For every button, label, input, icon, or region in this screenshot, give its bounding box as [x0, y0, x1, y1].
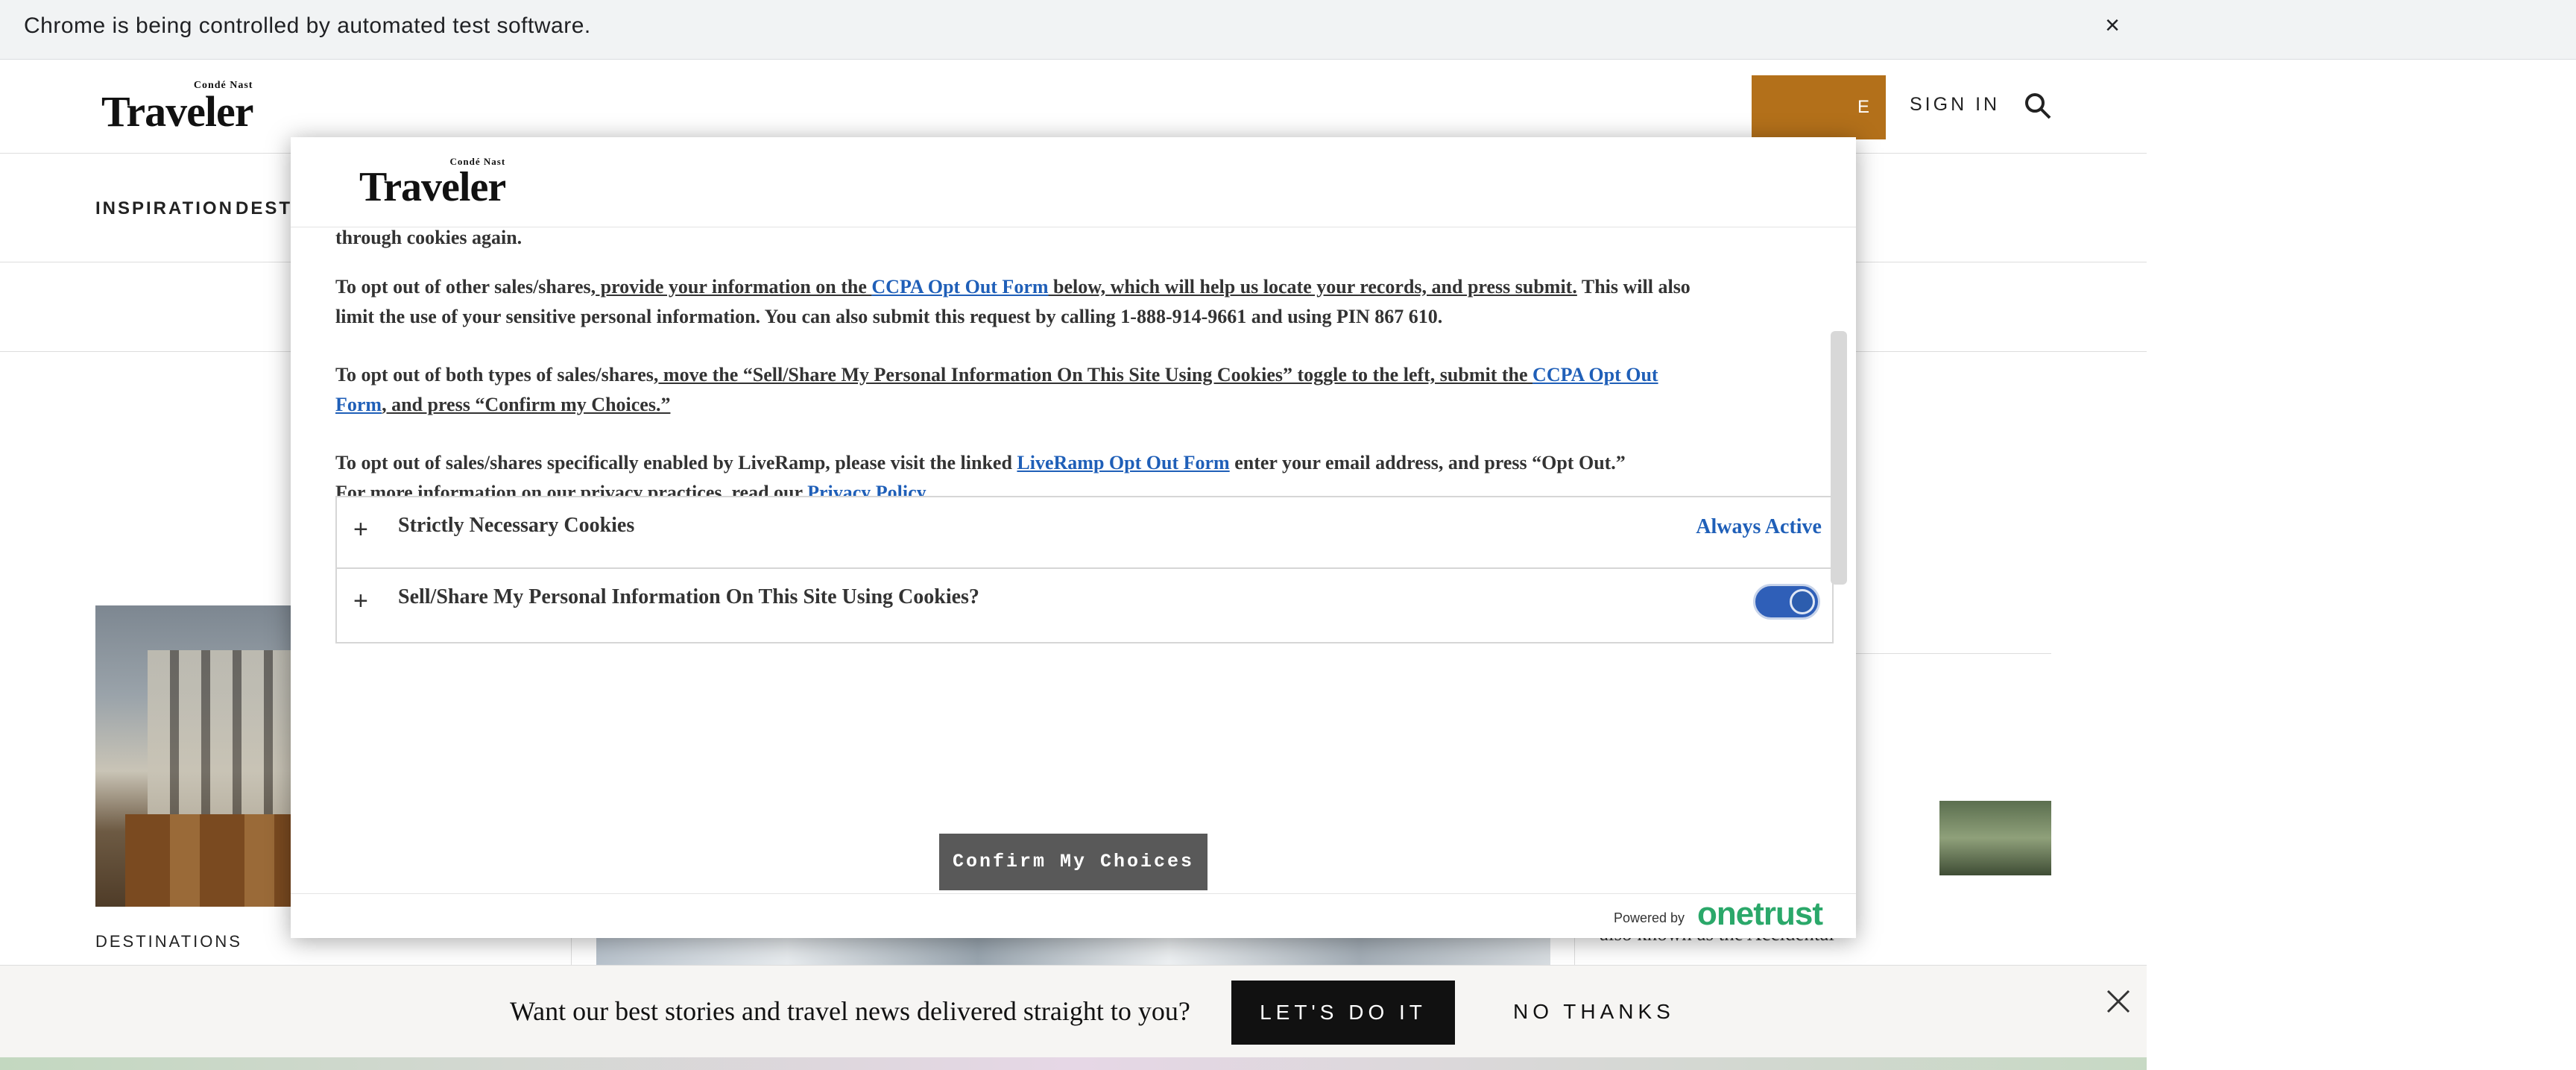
modal-logo: Condé Nast Traveler	[359, 156, 506, 210]
category-sell-share[interactable]: + Sell/Share My Personal Information On …	[335, 567, 1834, 643]
category-strictly-necessary[interactable]: + Strictly Necessary Cookies Always Acti…	[335, 496, 1834, 569]
newsletter-decline-button[interactable]: NO THANKS	[1513, 1000, 1675, 1024]
modal-scrollbar[interactable]	[1831, 331, 1847, 585]
confirm-choices-button[interactable]: Confirm My Choices	[939, 834, 1208, 890]
page-viewport: Condé Nast Traveler E SIGN IN INSPIRATIO…	[0, 60, 2147, 1070]
toggle-knob	[1790, 589, 1815, 614]
bottom-image-strip	[0, 1057, 2147, 1070]
newsletter-accept-button[interactable]: LET'S DO IT	[1231, 981, 1455, 1045]
automation-infobar: Chrome is being controlled by automated …	[0, 0, 2576, 60]
expand-icon[interactable]: +	[353, 515, 368, 544]
consent-scroll-area[interactable]: through cookies again. To opt out of oth…	[291, 227, 1856, 884]
always-active-status: Always Active	[1696, 515, 1822, 538]
cut-off-text: through cookies again.	[335, 227, 523, 248]
category-label: Sell/Share My Personal Information On Th…	[398, 585, 979, 608]
opt-out-both-paragraph: To opt out of both types of sales/shares…	[335, 364, 1658, 385]
opt-out-both-paragraph-line2: Form, and press “Confirm my Choices.”	[335, 394, 671, 415]
automation-notice: Chrome is being controlled by automated …	[24, 13, 591, 38]
window-blank-area	[2147, 60, 2576, 1070]
close-infobar-icon[interactable]: ×	[2096, 9, 2129, 42]
category-label: Strictly Necessary Cookies	[398, 514, 635, 537]
expand-icon[interactable]: +	[353, 587, 368, 616]
ccpa-opt-out-link-2[interactable]: CCPA Opt Out	[1532, 364, 1658, 385]
newsletter-bar: Want our best stories and travel news de…	[0, 965, 2147, 1070]
liveramp-opt-out-link[interactable]: LiveRamp Opt Out Form	[1017, 452, 1229, 473]
newsletter-prompt: Want our best stories and travel news de…	[510, 996, 1190, 1026]
opt-out-other-paragraph-line2: limit the use of your sensitive personal…	[335, 306, 1443, 327]
consent-modal: Condé Nast Traveler through cookies agai…	[291, 137, 1856, 938]
sell-share-toggle[interactable]	[1753, 584, 1820, 620]
onetrust-logo: onetrust	[1697, 896, 1823, 932]
opt-out-other-paragraph: To opt out of other sales/shares, provid…	[335, 276, 1690, 298]
liveramp-paragraph: To opt out of sales/shares specifically …	[335, 452, 1626, 473]
close-icon[interactable]	[2103, 986, 2133, 1016]
ccpa-opt-out-link[interactable]: CCPA Opt Out Form	[871, 276, 1048, 298]
